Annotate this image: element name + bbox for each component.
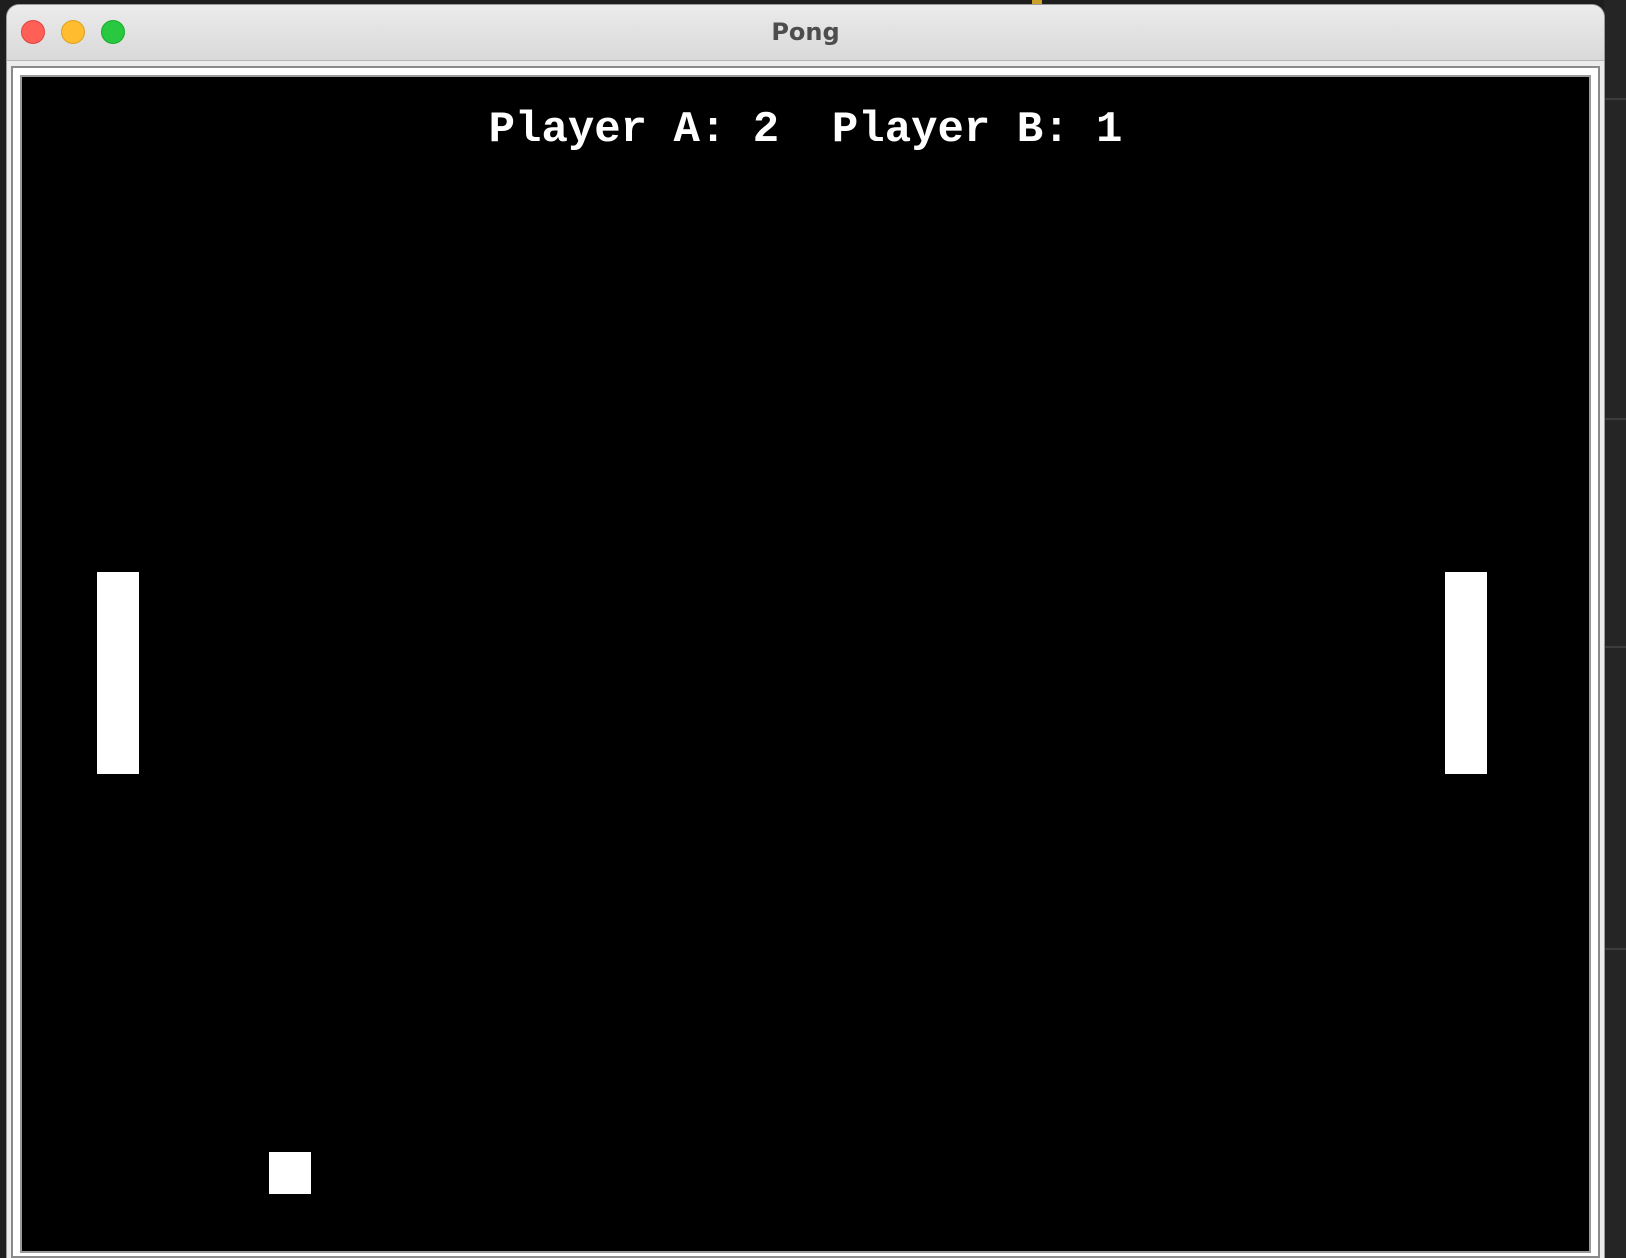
- divider: [1604, 646, 1626, 648]
- close-button[interactable]: [21, 20, 45, 44]
- paddle-b: [1445, 572, 1487, 774]
- ball: [269, 1152, 311, 1194]
- pong-window: Pong Player A: 2 Player B: 1: [7, 5, 1604, 1258]
- player-b-score: 1: [1095, 105, 1123, 155]
- title-bar[interactable]: Pong: [7, 5, 1604, 61]
- window-content: Player A: 2 Player B: 1: [7, 61, 1604, 1258]
- divider: [1604, 418, 1626, 420]
- player-a-label: Player A:: [488, 105, 727, 155]
- divider: [1604, 98, 1626, 100]
- game-canvas[interactable]: Player A: 2 Player B: 1: [20, 75, 1591, 1253]
- maximize-button[interactable]: [101, 20, 125, 44]
- divider: [1604, 948, 1626, 950]
- player-b-label: Player B:: [831, 105, 1070, 155]
- paddle-a: [97, 572, 139, 774]
- background-editor-right: [1604, 0, 1626, 1258]
- scoreboard: Player A: 2 Player B: 1: [22, 105, 1589, 155]
- minimize-button[interactable]: [61, 20, 85, 44]
- window-title: Pong: [771, 18, 840, 46]
- canvas-frame: Player A: 2 Player B: 1: [11, 66, 1600, 1258]
- player-a-score: 2: [752, 105, 780, 155]
